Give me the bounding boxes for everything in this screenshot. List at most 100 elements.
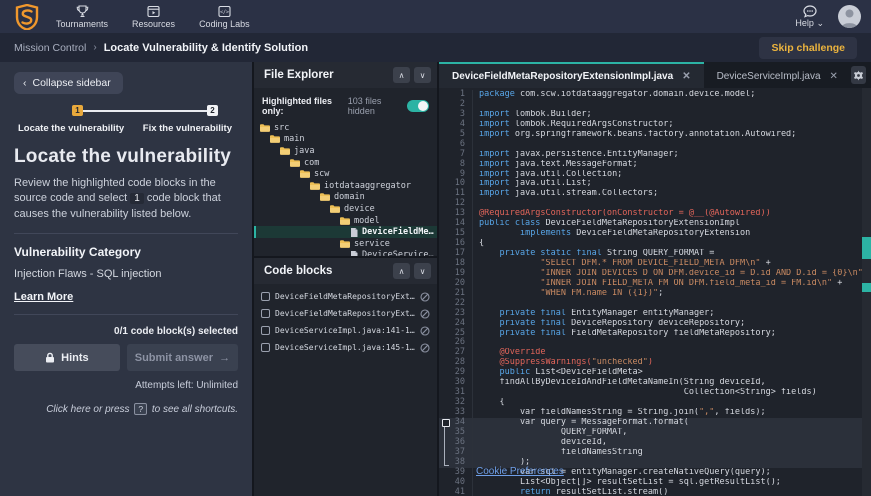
collapse-all-button[interactable]: ∧	[393, 67, 410, 83]
tree-folder-service[interactable]: service	[254, 238, 437, 250]
step-1-marker: 1	[72, 105, 83, 116]
challenge-sidebar: ‹ Collapse sidebar 1 2 Locate the vulner…	[0, 62, 252, 496]
tree-folder-com[interactable]: com	[254, 157, 437, 169]
code-line-37[interactable]: 37 fieldNamesString	[439, 448, 871, 458]
line-number: 24	[451, 319, 472, 329]
code-block-item[interactable]: DeviceFieldMetaRepositoryExtensionImp…	[254, 305, 437, 322]
skip-challenge-button[interactable]: Skip challenge	[759, 37, 857, 59]
code-blocks-title: Code blocks	[264, 265, 332, 277]
scrollbar-block-mark	[862, 237, 871, 259]
tree-file-deviceservice[interactable]: DeviceService…⚠2	[254, 250, 437, 256]
breadcrumb-bar: Mission Control › Locate Vulnerability &…	[0, 33, 871, 62]
main-nav: TournamentsResources</>Coding Labs	[44, 2, 262, 31]
code-line-36[interactable]: 36 deviceId,	[439, 438, 871, 448]
tree-folder-scw[interactable]: scw	[254, 168, 437, 180]
code-line-4: 4import lombok.RequiredArgsConstructor;	[439, 120, 871, 130]
code-block-checkbox[interactable]	[261, 309, 270, 318]
code-line-2: 2	[439, 100, 871, 110]
highlighted-files-label: Highlighted files only:	[262, 96, 343, 116]
tree-folder-domain[interactable]: domain	[254, 192, 437, 204]
arrow-right-icon: →	[219, 352, 230, 364]
close-icon[interactable]: ✕	[682, 71, 690, 82]
code-editor: DeviceFieldMetaRepositoryExtensionImpl.j…	[439, 62, 871, 496]
person-icon	[838, 5, 861, 28]
toggle-knob	[418, 101, 428, 111]
code-line-18: 18 "SELECT DFM.* FROM DEVICE_FIELD_META …	[439, 259, 871, 269]
expand-all-button[interactable]: ∨	[414, 263, 431, 279]
submit-answer-button[interactable]: Submit answer →	[127, 344, 238, 371]
tree-item-label: domain	[334, 192, 365, 202]
collapse-sidebar-button[interactable]: ‹ Collapse sidebar	[14, 72, 123, 94]
line-number: 40	[451, 478, 472, 488]
code-block-checkbox[interactable]	[261, 343, 270, 352]
code-text	[472, 199, 871, 209]
folder-icon	[340, 240, 350, 248]
learn-more-link[interactable]: Learn More	[14, 291, 73, 303]
hints-button[interactable]: Hints	[14, 344, 120, 371]
tree-folder-src[interactable]: src	[254, 122, 437, 134]
code-line-35[interactable]: 35 QUERY_FORMAT,	[439, 428, 871, 438]
help-menu[interactable]: Help ⌄	[795, 5, 824, 29]
editor-tab-devicefieldmetarepositoryextensionimpljava[interactable]: DeviceFieldMetaRepositoryExtensionImpl.j…	[439, 62, 704, 88]
page-title: Locate the vulnerability	[14, 146, 238, 168]
code-line-13: 13@RequiredArgsConstructor(onConstructor…	[439, 209, 871, 219]
code-line-34[interactable]: 34 var query = MessageFormat.format(	[439, 418, 871, 428]
code-block-item[interactable]: DeviceServiceImpl.java:141-143	[254, 322, 437, 339]
code-text: @Override	[472, 348, 871, 358]
ban-icon	[420, 309, 430, 319]
code-line-27: 27 @Override	[439, 348, 871, 358]
code-text: import lombok.RequiredArgsConstructor;	[472, 120, 871, 130]
tree-folder-device[interactable]: device	[254, 203, 437, 215]
shortcuts-hint[interactable]: Click here or press ? to see all shortcu…	[14, 403, 238, 415]
nav-item-resources[interactable]: Resources	[120, 2, 187, 31]
cookie-preferences-link[interactable]: Cookie Preferences	[476, 466, 564, 477]
editor-scrollbar[interactable]	[862, 88, 871, 496]
lock-icon	[45, 352, 55, 363]
tab-label: DeviceFieldMetaRepositoryExtensionImpl.j…	[452, 71, 673, 82]
code-text: @SuppressWarnings("unchecked")	[472, 358, 871, 368]
shortcuts-before: Click here or press	[46, 404, 129, 415]
expand-all-button[interactable]: ∨	[414, 67, 431, 83]
code-text: "INNER JOIN FIELD_META FM ON DFM.field_m…	[472, 279, 871, 289]
submit-label: Submit answer	[135, 352, 213, 364]
code-text: fieldNamesString	[472, 448, 871, 458]
editor-settings-button[interactable]	[851, 66, 866, 84]
code-text: private final EntityManager entityManage…	[472, 309, 871, 319]
brand-logo[interactable]	[10, 4, 44, 30]
top-navbar: TournamentsResources</>Coding Labs Help …	[0, 0, 871, 33]
folder-icon	[320, 193, 330, 201]
code-block-item[interactable]: DeviceFieldMetaRepositoryExtensionImp…	[254, 288, 437, 305]
code-line-30: 30 findAllByDeviceIdAndFieldMetaNameIn(S…	[439, 378, 871, 388]
code-text: "SELECT DFM.* FROM DEVICE_FIELD_META DFM…	[472, 259, 871, 269]
code-text: public List<DeviceFieldMeta>	[472, 368, 871, 378]
file-icon	[350, 251, 358, 256]
tree-folder-main[interactable]: main	[254, 134, 437, 146]
step-2-label: Fix the vulnerability	[143, 123, 232, 134]
breadcrumb-mission-control[interactable]: Mission Control	[14, 42, 86, 54]
collapse-all-button[interactable]: ∧	[393, 263, 410, 279]
code-block-checkbox[interactable]	[261, 326, 270, 335]
file-tree: srcmainjavacomscwiotdataaggregatordomain…	[254, 122, 437, 256]
tree-file-devicefieldme[interactable]: DeviceFieldMe…⚠2	[254, 226, 437, 238]
question-key-badge: ?	[134, 403, 147, 415]
tree-folder-iotdataaggregator[interactable]: iotdataaggregator	[254, 180, 437, 192]
nav-item-tournaments[interactable]: Tournaments	[44, 2, 120, 31]
highlighted-block-checkbox[interactable]	[442, 419, 450, 427]
close-icon[interactable]: ✕	[830, 71, 838, 82]
divider	[14, 314, 238, 315]
user-avatar[interactable]	[838, 5, 861, 28]
highlighted-files-toggle[interactable]	[407, 100, 429, 112]
code-block-item[interactable]: DeviceServiceImpl.java:145-147	[254, 339, 437, 356]
code-text: "INNER JOIN DEVICES D ON DFM.device_id =…	[472, 269, 871, 279]
folder-icon	[310, 182, 320, 190]
vulnerability-category-value: Injection Flaws - SQL injection	[14, 268, 238, 280]
tree-folder-model[interactable]: model	[254, 215, 437, 227]
tree-folder-java[interactable]: java	[254, 145, 437, 157]
code-block-checkbox[interactable]	[261, 292, 270, 301]
nav-item-coding-labs[interactable]: </>Coding Labs	[187, 2, 262, 31]
nav-item-label: Coding Labs	[199, 19, 250, 29]
code-text: var query = MessageFormat.format(	[472, 418, 871, 428]
editor-tab-deviceserviceimpljava[interactable]: DeviceServiceImpl.java✕	[704, 62, 851, 88]
code-text: import javax.persistence.EntityManager;	[472, 150, 871, 160]
step-1-label: Locate the vulnerability	[18, 123, 124, 134]
